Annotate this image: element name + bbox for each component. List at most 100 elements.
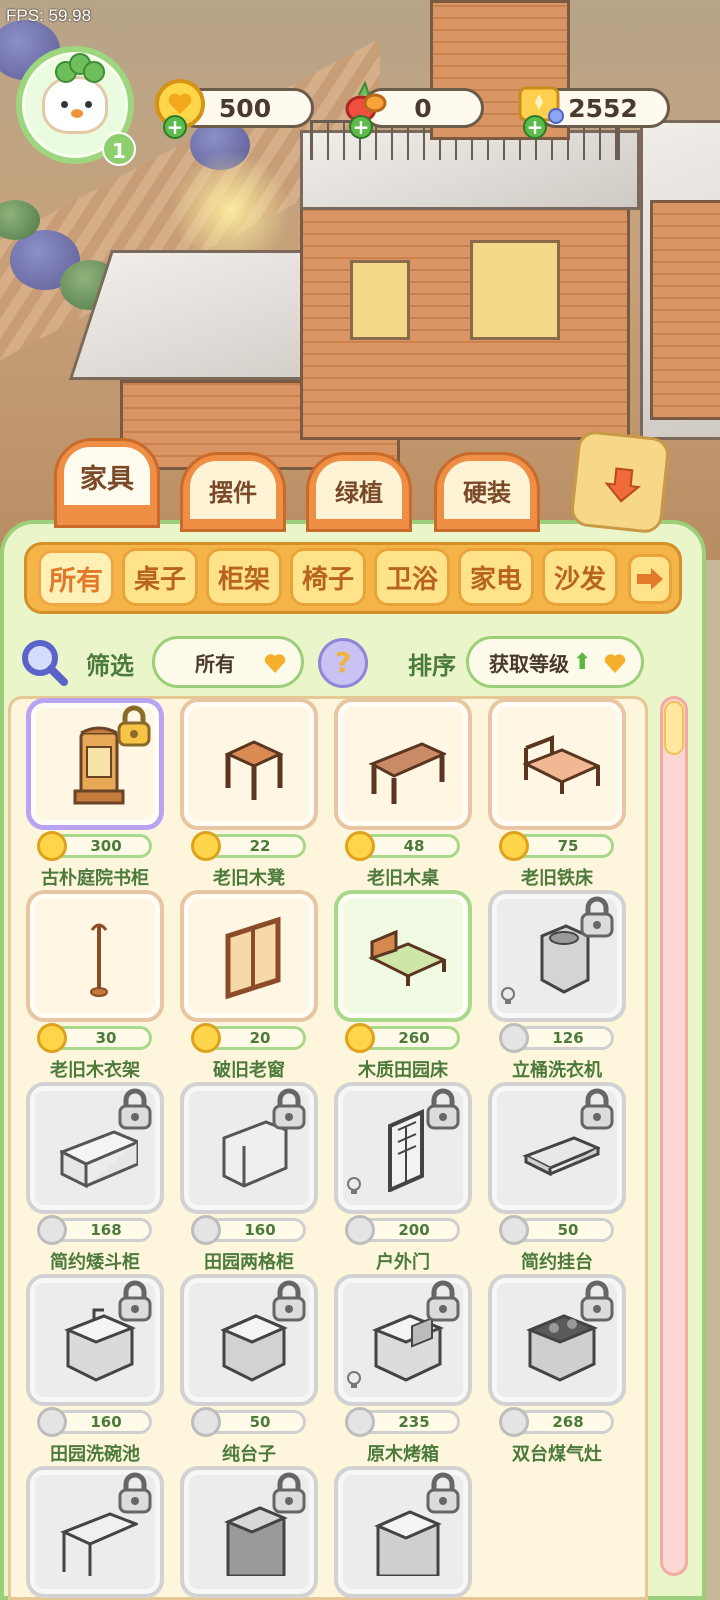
lock-icon <box>118 1472 152 1514</box>
tab-hardware[interactable]: 硬装 <box>434 452 540 532</box>
produce-counter[interactable]: + 0 <box>345 80 484 139</box>
filter-dropdown[interactable]: 所有 <box>152 636 304 688</box>
heart-coin-icon <box>345 1407 375 1437</box>
tab-plants[interactable]: 绿植 <box>306 452 412 532</box>
item-price: 260 <box>345 1023 460 1053</box>
add-ticket-button[interactable]: + <box>523 115 547 139</box>
item-card[interactable]: 30 老旧木衣架 <box>26 890 164 1082</box>
chick-avatar-icon <box>42 53 108 134</box>
item-price: 168 <box>37 1215 152 1245</box>
add-coin-button[interactable]: + <box>163 115 187 139</box>
ticket-counter[interactable]: + 2552 <box>518 86 670 139</box>
item-card[interactable] <box>334 1466 472 1598</box>
item-card[interactable]: 50 纯台子 <box>180 1274 318 1466</box>
lock-icon <box>272 1088 306 1130</box>
item-card[interactable]: 235 原木烤箱 <box>334 1274 472 1466</box>
building-window <box>470 240 560 340</box>
lightbulb-icon <box>347 1177 361 1194</box>
coat-rack-icon <box>90 923 108 997</box>
heart-coin-icon <box>499 1215 529 1245</box>
tab-furniture[interactable]: 家具 <box>54 438 160 528</box>
item-card[interactable]: 300 古朴庭院书柜 <box>26 698 164 890</box>
item-name: 老旧铁床 <box>521 868 593 889</box>
item-card[interactable]: 200 户外门 <box>334 1082 472 1274</box>
subtab-bathroom[interactable]: 卫浴 <box>374 548 450 606</box>
heart-coin-icon <box>345 1023 375 1053</box>
item-card[interactable]: 160 田园两格柜 <box>180 1082 318 1274</box>
collapse-panel-button[interactable] <box>569 429 671 535</box>
heart-coin-icon <box>191 1407 221 1437</box>
lock-icon <box>580 1088 614 1130</box>
heart-coin-icon <box>191 1215 221 1245</box>
add-produce-button[interactable]: + <box>349 115 373 139</box>
lock-icon <box>426 1280 460 1322</box>
help-question-icon[interactable]: ? <box>318 638 368 688</box>
heart-coin-icon <box>37 831 67 861</box>
scrollbar-thumb[interactable] <box>664 701 684 755</box>
item-card[interactable]: 48 老旧木桌 <box>334 698 472 890</box>
item-price: 268 <box>499 1407 614 1437</box>
lock-icon <box>580 896 614 938</box>
ticket-amount: 2552 <box>568 93 638 123</box>
subtab-all[interactable]: 所有 <box>38 550 114 606</box>
item-card[interactable] <box>26 1466 164 1598</box>
sort-value: 获取等级 <box>489 651 569 676</box>
item-name: 老旧木衣架 <box>50 1060 140 1081</box>
item-price: 160 <box>191 1215 306 1245</box>
side-building-wall <box>650 200 720 420</box>
lock-icon <box>118 1280 152 1322</box>
item-price: 22 <box>191 831 306 861</box>
lock-icon <box>580 1280 614 1322</box>
coin-counter[interactable]: + 500 <box>155 79 314 139</box>
item-price: 48 <box>345 831 460 861</box>
lock-icon <box>117 705 151 747</box>
heart-coin-icon <box>499 1407 529 1437</box>
item-name: 老旧木桌 <box>367 868 439 889</box>
subtab-sofas[interactable]: 沙发 <box>542 548 618 606</box>
item-price: 75 <box>499 831 614 861</box>
item-name: 田园两格柜 <box>204 1252 294 1273</box>
heart-coin-icon <box>37 1215 67 1245</box>
item-name: 户外门 <box>376 1252 430 1273</box>
item-name: 田园洗碗池 <box>50 1444 140 1465</box>
item-price: 50 <box>191 1407 306 1437</box>
item-name: 简约挂台 <box>521 1252 593 1273</box>
item-name: 原木烤箱 <box>367 1444 439 1465</box>
item-name: 古朴庭院书柜 <box>41 868 149 889</box>
item-card[interactable]: 168 简约矮斗柜 <box>26 1082 164 1274</box>
wooden-stool-icon <box>224 740 284 800</box>
item-card[interactable]: 75 老旧铁床 <box>488 698 626 890</box>
filter-label: 筛选 <box>86 652 134 680</box>
tab-plants-label: 绿植 <box>316 461 402 519</box>
item-card[interactable]: 160 田园洗碗池 <box>26 1274 164 1466</box>
item-grid-scrollbar[interactable] <box>660 696 688 1576</box>
subtab-appliances[interactable]: 家电 <box>458 548 534 606</box>
fps-counter: FPS: 59.98 <box>6 6 92 25</box>
item-card[interactable]: 20 破旧老窗 <box>180 890 318 1082</box>
arrow-right-icon <box>637 568 663 590</box>
subtab-tables[interactable]: 桌子 <box>122 548 198 606</box>
item-card[interactable]: 126 立桶洗衣机 <box>488 890 626 1082</box>
item-card[interactable]: 260 木质田园床 <box>334 890 472 1082</box>
tab-ornaments[interactable]: 摆件 <box>180 452 286 532</box>
subtab-next-button[interactable] <box>628 554 672 604</box>
heart-coin-icon <box>37 1023 67 1053</box>
item-price: 200 <box>345 1215 460 1245</box>
heart-coin-icon <box>345 1215 375 1245</box>
item-name: 双台煤气灶 <box>512 1444 602 1465</box>
heart-coin-icon <box>345 831 375 861</box>
item-card[interactable] <box>180 1466 318 1598</box>
subtab-cabinets[interactable]: 柜架 <box>206 548 282 606</box>
item-card[interactable]: 22 老旧木凳 <box>180 698 318 890</box>
item-card[interactable]: 50 简约挂台 <box>488 1082 626 1274</box>
item-price: 50 <box>499 1215 614 1245</box>
item-card[interactable]: 268 双台煤气灶 <box>488 1274 626 1466</box>
lock-icon <box>118 1088 152 1130</box>
heart-coin-icon <box>191 831 221 861</box>
lock-icon <box>426 1088 460 1130</box>
heart-coin-icon <box>37 1407 67 1437</box>
item-price: 126 <box>499 1023 614 1053</box>
sort-dropdown[interactable]: 获取等级 ⬆ <box>466 636 644 688</box>
subtab-chairs[interactable]: 椅子 <box>290 548 366 606</box>
search-icon[interactable] <box>18 636 70 688</box>
